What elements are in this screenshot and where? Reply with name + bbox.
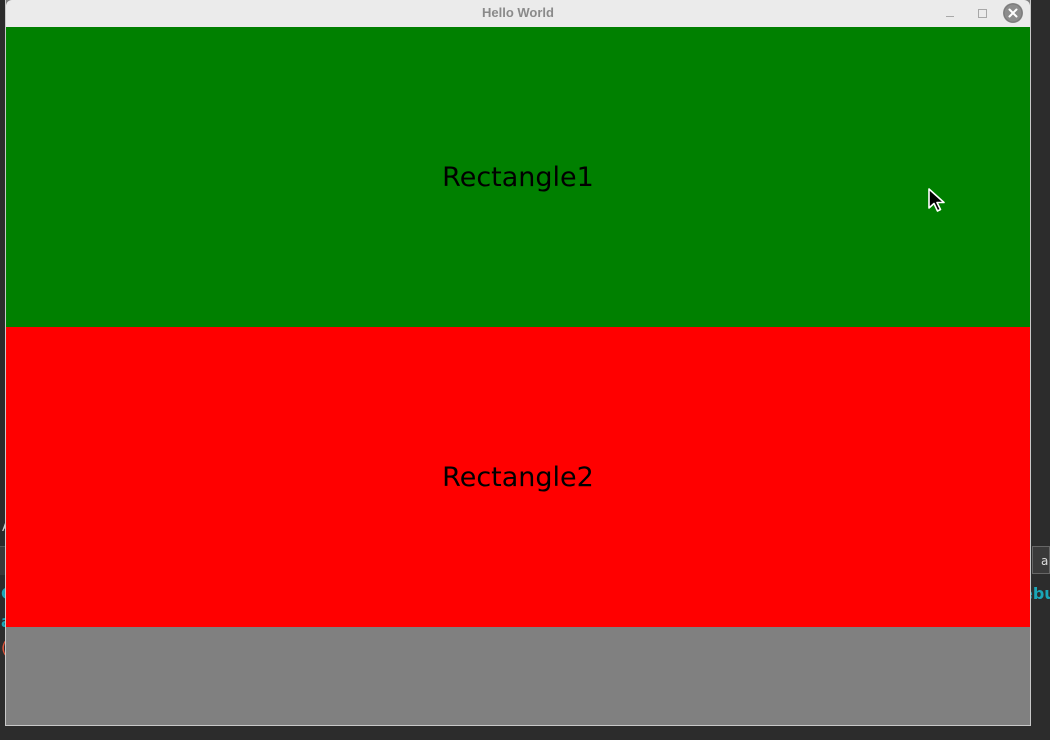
- rectangle-1-label: Rectangle1: [442, 161, 594, 193]
- minimize-button[interactable]: [939, 3, 961, 23]
- mouse-cursor-icon: [928, 188, 945, 212]
- rectangle-2-label: Rectangle2: [442, 461, 594, 493]
- app-window: Hello World Rectangle1 Rectangle2: [6, 0, 1030, 725]
- rectangle-2: Rectangle2: [6, 327, 1030, 627]
- maximize-icon: [977, 8, 987, 18]
- window-title: Hello World: [482, 5, 554, 20]
- rectangle-1: Rectangle1: [6, 27, 1030, 327]
- minimize-icon: [946, 15, 954, 17]
- close-button[interactable]: [1003, 3, 1023, 23]
- window-titlebar[interactable]: Hello World: [6, 0, 1030, 27]
- close-icon: [1003, 3, 1023, 23]
- maximize-button[interactable]: [971, 3, 993, 23]
- background-tab[interactable]: a: [1032, 546, 1050, 574]
